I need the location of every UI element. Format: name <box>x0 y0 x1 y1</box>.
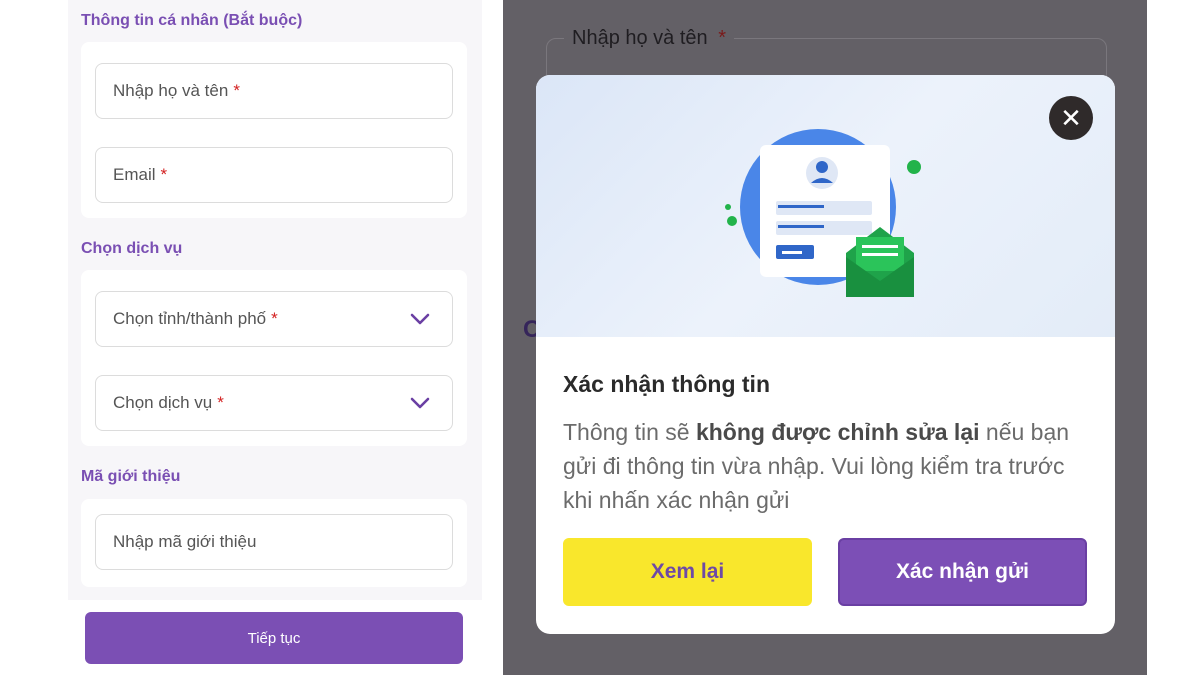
required-mark: * <box>233 81 240 100</box>
modal-message-emphasis: không được chỉnh sửa lại <box>695 419 980 445</box>
service-card: Chọn tỉnh/thành phố * Chọn dịch vụ * <box>81 270 467 446</box>
section-title-personal: Thông tin cá nhân (Bắt buộc) <box>81 12 303 29</box>
required-mark: * <box>217 393 224 412</box>
close-button[interactable]: ✕ <box>1049 96 1093 140</box>
confirm-modal: ✕ Xác nhận thông tin Thông tin sẽ không … <box>536 75 1115 634</box>
modal-title: Xác nhận thông tin <box>563 371 770 397</box>
service-placeholder: Chọn dịch vụ <box>113 393 213 412</box>
referral-card: Nhập mã giới thiệu <box>81 499 467 587</box>
personal-info-card: Nhập họ và tên * Email * <box>81 42 467 218</box>
email-field[interactable]: Email * <box>95 147 453 203</box>
chevron-down-icon <box>410 313 430 325</box>
province-placeholder: Chọn tỉnh/thành phố <box>113 309 267 328</box>
close-icon: ✕ <box>1060 103 1082 133</box>
referral-code-field[interactable]: Nhập mã giới thiệu <box>95 514 453 570</box>
chevron-down-icon <box>410 397 430 409</box>
required-mark: * <box>271 309 278 328</box>
background-name-label: Nhập họ và tên * <box>564 27 735 50</box>
referral-placeholder: Nhập mã giới thiệu <box>113 532 257 551</box>
full-name-placeholder: Nhập họ và tên <box>113 81 229 100</box>
continue-button[interactable]: Tiếp tục <box>85 612 463 664</box>
modal-message: Thông tin sẽ không được chỉnh sửa lại nế… <box>563 419 1070 513</box>
section-title-referral: Mã giới thiệu <box>81 468 181 485</box>
form-envelope-illustration <box>725 129 921 297</box>
registration-form: Thông tin cá nhân (Bắt buộc) Nhập họ và … <box>68 0 482 600</box>
full-name-field[interactable]: Nhập họ và tên * <box>95 63 453 119</box>
confirm-send-button[interactable]: Xác nhận gửi <box>838 538 1087 606</box>
review-button[interactable]: Xem lại <box>563 538 812 606</box>
email-placeholder: Email <box>113 165 156 184</box>
section-title-service: Chọn dịch vụ <box>81 240 183 257</box>
province-select[interactable]: Chọn tỉnh/thành phố * <box>95 291 453 347</box>
required-mark: * <box>160 165 168 184</box>
service-select[interactable]: Chọn dịch vụ * <box>95 375 453 431</box>
modal-illustration-area: ✕ <box>536 75 1115 337</box>
